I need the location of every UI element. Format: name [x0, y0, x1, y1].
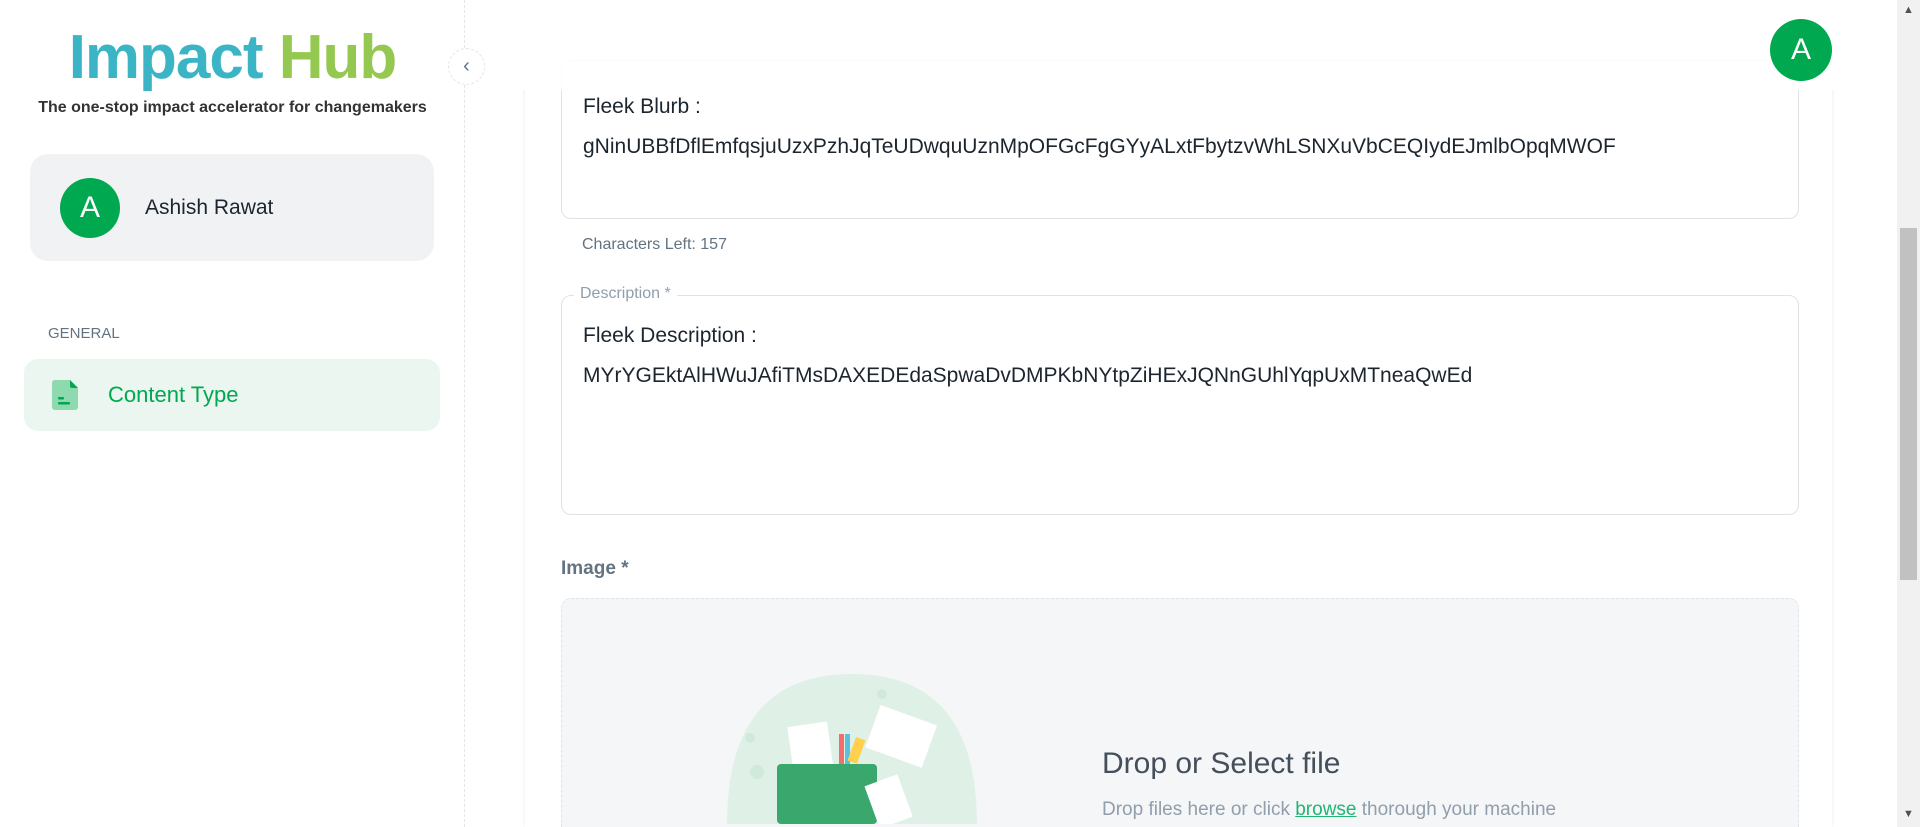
sidebar: Impact Hub The one-stop impact accelerat…	[0, 0, 465, 827]
drop-title: Drop or Select file	[1102, 747, 1341, 780]
user-name: Ashish Rawat	[145, 195, 274, 219]
image-label: Image *	[561, 558, 629, 579]
file-icon	[52, 380, 78, 410]
drop-subtitle: Drop files here or click browse thorough…	[1102, 799, 1557, 820]
scrollbar-thumb[interactable]	[1900, 228, 1917, 580]
chevron-left-icon: ‹	[463, 55, 470, 77]
image-dropzone[interactable]: Drop or Select file Drop files here or c…	[561, 598, 1799, 827]
description-value[interactable]: Fleek Description : MYrYGEktAlHWuJAfiTMsD…	[583, 316, 1777, 396]
logo: Impact Hub	[68, 23, 398, 92]
avatar: A	[60, 177, 120, 238]
account-avatar-button[interactable]: A	[1770, 19, 1832, 81]
upload-illustration-icon	[727, 674, 977, 824]
characters-left: Characters Left: 157	[582, 236, 727, 253]
scroll-down-icon[interactable]: ▼	[1903, 808, 1914, 821]
browse-link[interactable]: browse	[1295, 799, 1356, 820]
description-label: Description *	[574, 285, 677, 303]
description-field[interactable]: Description * Fleek Description : MYrYGEk…	[561, 285, 1799, 515]
scrollbar[interactable]: ▲ ▼	[1897, 0, 1920, 827]
tagline: The one-stop impact accelerator for chan…	[38, 99, 427, 116]
section-label: GENERAL	[48, 325, 120, 342]
sidebar-item-label: Content Type	[108, 382, 239, 407]
collapse-sidebar-button[interactable]: ‹	[448, 48, 485, 85]
sidebar-item-content-type[interactable]: Content Type	[24, 359, 440, 431]
blurb-value[interactable]: Fleek Blurb : gNinUBBfDflEmfqsjuUzxPzhJqT…	[583, 87, 1777, 167]
top-header	[466, 0, 1897, 90]
scroll-up-icon[interactable]: ▲	[1903, 4, 1914, 17]
user-card[interactable]: A Ashish Rawat	[30, 154, 434, 261]
